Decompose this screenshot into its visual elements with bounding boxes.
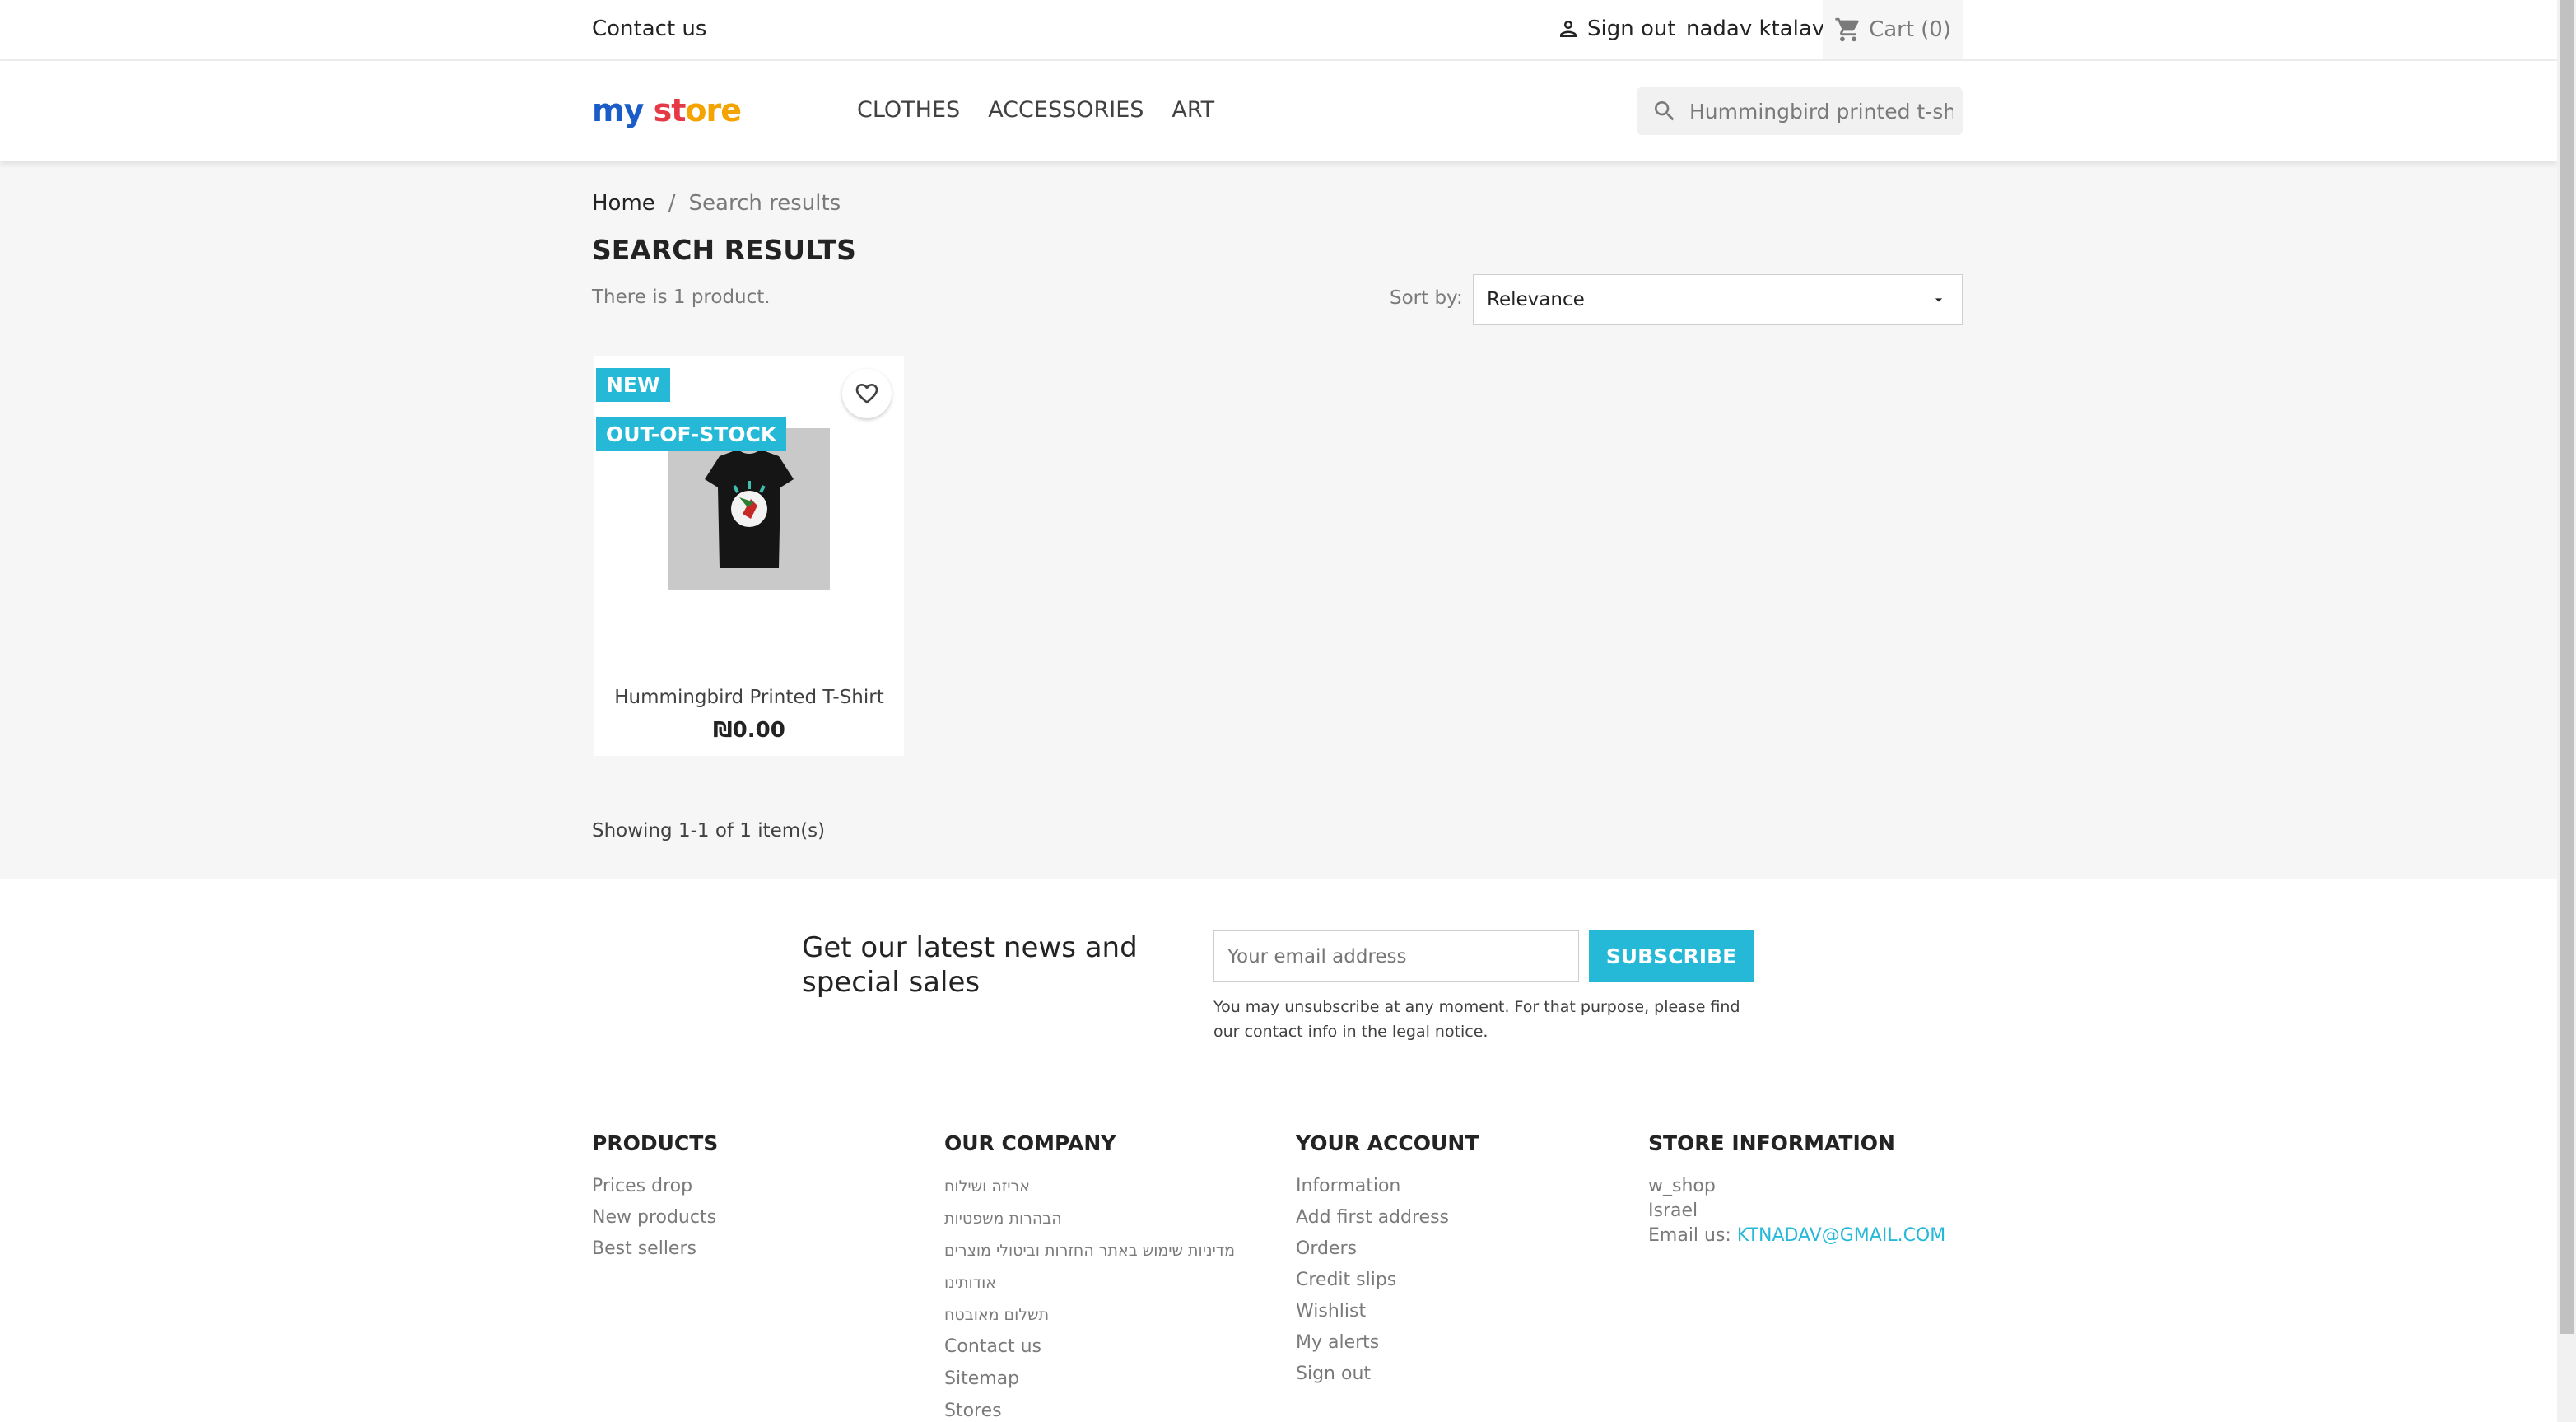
footer-store-title: STORE INFORMATION xyxy=(1648,1131,1895,1155)
nav-item-accessories[interactable]: ACCESSORIES xyxy=(988,97,1144,123)
breadcrumb-separator: / xyxy=(668,191,676,216)
store-name: w_shop xyxy=(1648,1176,1716,1196)
footer-products-title: PRODUCTS xyxy=(592,1131,719,1155)
search-icon[interactable] xyxy=(1651,98,1678,124)
store-email-line: Email us: KTNADAV@GMAIL.COM xyxy=(1648,1224,1945,1248)
breadcrumb: Home / Search results xyxy=(592,191,841,216)
footer-link-best-sellers[interactable]: Best sellers xyxy=(592,1238,716,1259)
logo-part: ore xyxy=(685,92,742,128)
heart-outline-icon xyxy=(855,384,878,404)
sort-select[interactable]: Relevance xyxy=(1473,274,1963,325)
pagination-summary: Showing 1-1 of 1 item(s) xyxy=(592,820,826,842)
nav-item-art[interactable]: ART xyxy=(1172,97,1214,123)
main-nav: CLOTHES ACCESSORIES ART xyxy=(857,97,1214,123)
footer-link-stores[interactable]: Stores xyxy=(944,1401,1235,1422)
footer-link-terms[interactable]: מדיניות שימוש באתר החזרות וביטולי מוצרים xyxy=(944,1240,1235,1261)
logo-part: st xyxy=(653,92,687,128)
logo-part: my xyxy=(592,92,644,128)
footer-link-information[interactable]: Information xyxy=(1296,1176,1449,1196)
footer-link-shipping[interactable]: אריזה ושילוח xyxy=(944,1176,1235,1197)
store-email-link[interactable]: KTNADAV@GMAIL.COM xyxy=(1737,1225,1945,1246)
main-header xyxy=(0,61,2557,161)
cart-icon xyxy=(1835,17,1859,42)
store-information: w_shop Israel Email us: KTNADAV@GMAIL.CO… xyxy=(1648,1174,1945,1248)
footer-account-list: Information Add first address Orders Cre… xyxy=(1296,1176,1449,1384)
badge-out-of-stock: OUT-OF-STOCK xyxy=(596,417,787,451)
footer-account-title: YOUR ACCOUNT xyxy=(1296,1131,1479,1155)
badge-new: NEW xyxy=(596,368,670,402)
contact-us-link[interactable]: Contact us xyxy=(592,16,706,41)
search-input[interactable] xyxy=(1689,99,1953,124)
breadcrumb-current: Search results xyxy=(688,191,841,216)
footer-link-sitemap[interactable]: Sitemap xyxy=(944,1368,1235,1390)
nav-item-clothes[interactable]: CLOTHES xyxy=(857,97,960,123)
footer-company-title: OUR COMPANY xyxy=(944,1131,1116,1155)
footer-link-wishlist[interactable]: Wishlist xyxy=(1296,1301,1449,1322)
sign-out-link[interactable]: Sign out xyxy=(1556,16,1676,41)
product-count: There is 1 product. xyxy=(592,287,771,308)
sign-out-label: Sign out xyxy=(1587,16,1676,41)
product-image[interactable] xyxy=(668,428,830,590)
footer-link-legal[interactable]: הבהרות משפטיות xyxy=(944,1208,1235,1229)
sort-label: Sort by: xyxy=(1390,287,1463,309)
caret-down-icon xyxy=(1935,298,1943,302)
account-name-link[interactable]: nadav ktalav xyxy=(1686,16,1824,41)
newsletter-note: You may unsubscribe at any moment. For t… xyxy=(1213,998,1740,1041)
search-box xyxy=(1637,87,1963,135)
footer-link-orders[interactable]: Orders xyxy=(1296,1238,1449,1259)
top-bar xyxy=(0,0,2557,61)
footer-link-credit-slips[interactable]: Credit slips xyxy=(1296,1270,1449,1290)
sort-value: Relevance xyxy=(1487,289,1585,310)
footer-company-list: אריזה ושילוח הבהרות משפטיות מדיניות שימו… xyxy=(944,1176,1235,1422)
cart-label: Cart xyxy=(1869,17,1915,42)
footer-link-about[interactable]: אודותינו xyxy=(944,1272,1235,1294)
footer-link-new-products[interactable]: New products xyxy=(592,1207,716,1228)
page-title: SEARCH RESULTS xyxy=(592,234,856,266)
person-icon xyxy=(1560,21,1577,37)
product-price: ₪0.00 xyxy=(713,718,785,743)
breadcrumb-home[interactable]: Home xyxy=(592,191,655,216)
footer-products-list: Prices drop New products Best sellers xyxy=(592,1176,716,1259)
footer-link-add-address[interactable]: Add first address xyxy=(1296,1207,1449,1228)
scrollbar-thumb[interactable] xyxy=(2560,0,2574,1334)
footer-link-contact[interactable]: Contact us xyxy=(944,1336,1235,1358)
footer-link-secure-payment[interactable]: תשלום מאובטח xyxy=(944,1304,1235,1326)
store-logo[interactable]: my store xyxy=(592,92,742,128)
store-country: Israel xyxy=(1648,1201,1698,1221)
product-name-link[interactable]: Hummingbird Printed T-Shirt xyxy=(594,687,904,708)
newsletter-title: Get our latest news and special sales xyxy=(802,931,1138,999)
cart-count: (0) xyxy=(1921,17,1951,42)
tshirt-image xyxy=(668,428,830,590)
logo-part xyxy=(643,92,653,128)
store-email-label: Email us: xyxy=(1648,1225,1737,1246)
footer-link-alerts[interactable]: My alerts xyxy=(1296,1332,1449,1353)
wishlist-button[interactable] xyxy=(842,369,892,418)
footer-link-sign-out[interactable]: Sign out xyxy=(1296,1364,1449,1384)
newsletter-email-input[interactable] xyxy=(1213,930,1579,982)
footer-link-prices-drop[interactable]: Prices drop xyxy=(592,1176,716,1196)
subscribe-button[interactable]: SUBSCRIBE xyxy=(1589,930,1754,982)
cart-button[interactable]: Cart (0) xyxy=(1823,0,1963,59)
